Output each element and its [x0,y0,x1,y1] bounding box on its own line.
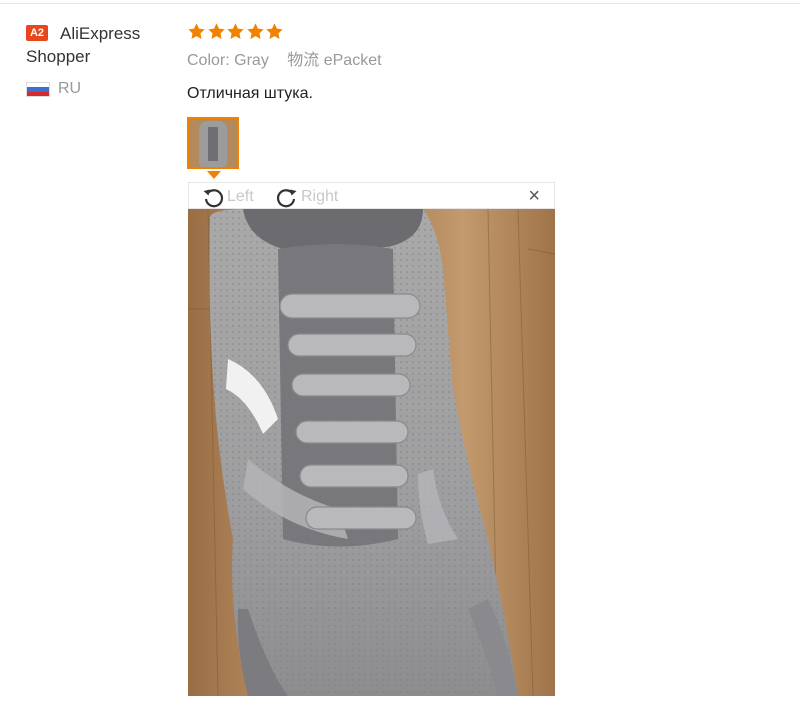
reviewer-name: AliExpress Shopper [26,22,176,68]
shoe-photo-image [188,209,555,696]
color-value: Gray [234,52,269,69]
star-icon [207,22,226,41]
photo-viewer-toolbar: Left Right × [188,182,555,209]
top-divider [0,3,800,4]
reviewer-name-line2: Shopper [26,47,91,66]
star-icon [187,22,206,41]
star-rating [187,22,285,44]
close-viewer-button[interactable]: × [528,186,540,206]
review-photo [188,209,555,696]
shipping-value: ePacket [323,52,382,69]
rotate-right-label: Right [301,187,339,205]
russia-flag-icon [26,82,50,97]
color-label: Color: [187,52,230,69]
review-attributes: Color: Gray 物流 ePacket [187,51,382,71]
rotate-left-label: Left [227,187,254,205]
review-comment: Отличная штука. [187,85,313,102]
star-icon [265,22,284,41]
thumbnail-pointer-icon [207,171,221,179]
rotate-right-button[interactable]: Right [275,183,338,210]
rotate-left-icon [203,188,224,207]
star-icon [246,22,265,41]
rotate-right-icon [276,188,297,207]
reviewer-name-line1: AliExpress [60,24,141,43]
shipping-label: 物流 [287,52,320,69]
country-code: RU [58,80,82,97]
rotate-left-button[interactable]: Left [201,183,254,210]
review-photo-thumbnail[interactable] [187,117,239,169]
star-icon [226,22,245,41]
thumbnail-laces [208,127,218,161]
